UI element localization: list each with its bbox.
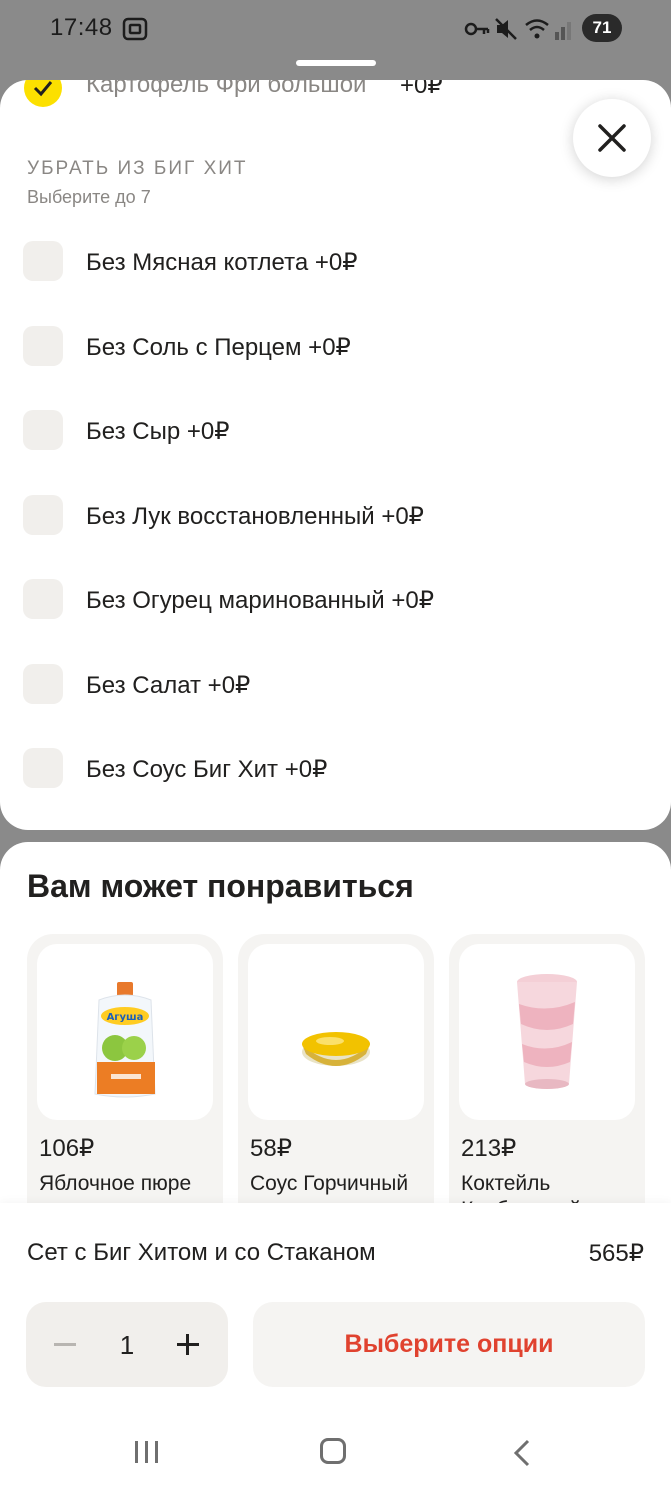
option-label: Без Мясная котлета +0₽: [86, 249, 358, 276]
key-icon: [464, 22, 490, 36]
product-card[interactable]: 58₽ Соус Горчичный: [238, 934, 434, 1242]
option-row[interactable]: Без Сыр +0₽: [0, 400, 671, 460]
product-image: [248, 944, 424, 1120]
section-title: УБРАТЬ ИЗ БИГ ХИТ: [27, 158, 248, 179]
option-row[interactable]: Без Огурец маринованный +0₽: [0, 569, 671, 629]
screenshot-icon: [122, 17, 148, 41]
section-subtitle: Выберите до 7: [27, 187, 151, 207]
product-image: [459, 944, 635, 1120]
battery-indicator: 71: [582, 14, 622, 42]
sheet-grabber[interactable]: [296, 60, 376, 66]
checkbox[interactable]: [23, 410, 63, 450]
milkshake-icon: [517, 974, 577, 1089]
order-name: Сет с Биг Хитом и со Стаканом: [27, 1239, 376, 1266]
product-card[interactable]: 213₽ Коктейль Клубничный: [449, 934, 645, 1242]
recent-apps-icon[interactable]: [134, 1439, 160, 1465]
back-icon[interactable]: [512, 1439, 532, 1467]
product-name: Соус Горчичный: [250, 1172, 409, 1195]
product-image: Агуша: [37, 944, 213, 1120]
option-label: Без Соль с Перцем +0₽: [86, 334, 351, 361]
options-sheet: Картофель Фри большой +0₽ УБРАТЬ ИЗ БИГ …: [0, 80, 671, 830]
recommendations-section: Вам может понравиться Агуша 106₽ Яблочно…: [0, 842, 671, 1242]
status-bar: 17:48 71: [0, 0, 671, 60]
mustard-sauce-icon: [302, 1032, 370, 1066]
selected-option-label: Картофель Фри большой: [86, 80, 367, 98]
checkbox[interactable]: [23, 326, 63, 366]
svg-text:Агуша: Агуша: [107, 1012, 144, 1023]
checkbox[interactable]: [23, 579, 63, 619]
signal-icon: [555, 22, 571, 40]
checkbox[interactable]: [23, 748, 63, 788]
selected-option-price: +0₽: [400, 80, 443, 99]
option-row[interactable]: Без Салат +0₽: [0, 654, 671, 714]
option-label: Без Огурец маринованный +0₽: [86, 587, 434, 614]
mute-icon: [495, 18, 517, 40]
product-price: 106₽: [39, 1135, 95, 1162]
apple-puree-pouch-icon: Агуша: [94, 982, 156, 1098]
checkbox[interactable]: [23, 495, 63, 535]
option-row[interactable]: Без Лук восстановленный +0₽: [0, 485, 671, 545]
plus-icon[interactable]: [186, 1334, 189, 1355]
quantity-stepper: 1: [26, 1302, 228, 1387]
checkbox[interactable]: [23, 241, 63, 281]
status-time: 17:48: [50, 14, 113, 41]
option-label: Без Сыр +0₽: [86, 418, 230, 445]
product-card[interactable]: Агуша 106₽ Яблочное пюре: [27, 934, 223, 1242]
wifi-icon: [525, 19, 549, 39]
checkbox-checked[interactable]: [24, 80, 62, 107]
option-row[interactable]: Без Мясная котлета +0₽: [0, 231, 671, 291]
choose-options-button[interactable]: Выберите опции: [253, 1302, 645, 1387]
selected-option-row[interactable]: Картофель Фри большой +0₽: [0, 80, 671, 107]
option-row[interactable]: Без Соль с Перцем +0₽: [0, 316, 671, 376]
product-name: Яблочное пюре: [39, 1172, 192, 1195]
recommendations-title: Вам может понравиться: [27, 868, 414, 904]
option-label: Без Соус Биг Хит +0₽: [86, 756, 328, 783]
close-icon: [598, 124, 626, 152]
order-price: 565₽: [588, 1240, 644, 1267]
option-row[interactable]: Без Соус Биг Хит +0₽: [0, 738, 671, 798]
close-button[interactable]: [573, 99, 651, 177]
product-price: 58₽: [250, 1135, 292, 1162]
product-name: Коктейль: [461, 1172, 551, 1195]
option-label: Без Салат +0₽: [86, 672, 251, 699]
option-label: Без Лук восстановленный +0₽: [86, 503, 424, 530]
checkmark-icon: [33, 81, 53, 97]
home-icon[interactable]: [320, 1438, 346, 1464]
product-price: 213₽: [461, 1135, 517, 1162]
checkbox[interactable]: [23, 664, 63, 704]
